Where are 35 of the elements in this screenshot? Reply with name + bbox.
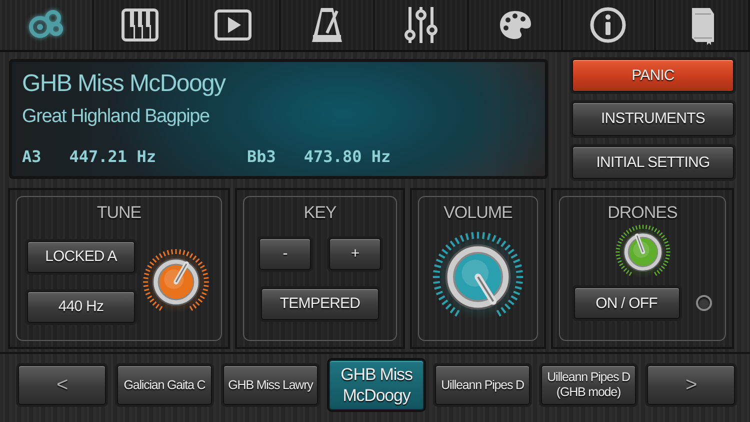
frequency-reading: 473.80 Hz <box>304 147 391 166</box>
preset-tab[interactable]: Uilleann Pipes D (GHB mode) <box>541 365 636 405</box>
toolbar-tab[interactable] <box>0 0 94 50</box>
control-button[interactable]: + <box>329 238 381 270</box>
menu-button[interactable]: INSTRUMENTS <box>572 102 734 136</box>
control-button[interactable]: LOCKED A <box>27 240 135 272</box>
frequency-reading: 447.21 Hz <box>69 147 156 166</box>
previous-button[interactable]: < <box>18 365 106 405</box>
preset-tab[interactable]: Galician Gaita C <box>117 365 212 405</box>
preset-tab[interactable]: Uilleann Pipes D <box>435 365 530 405</box>
panel-title: TUNE <box>96 203 142 223</box>
info-icon <box>588 5 628 45</box>
toolbar-tab[interactable] <box>562 0 656 50</box>
preset-tab[interactable]: GHB Miss McDoogy <box>329 360 424 410</box>
toolbar-tab[interactable] <box>375 0 469 50</box>
toolbar-tab[interactable] <box>656 0 750 50</box>
control-button[interactable]: - <box>259 238 311 270</box>
panel-title: DRONES <box>608 203 678 223</box>
toolbar-tab[interactable] <box>468 0 562 50</box>
toolbar-tab[interactable] <box>188 0 282 50</box>
control-button[interactable]: TEMPERED <box>261 288 379 320</box>
instrument-subtitle: Great Highland Bagpipe <box>22 106 210 128</box>
toolbar-tab[interactable] <box>281 0 375 50</box>
control-button[interactable]: ON / OFF <box>574 287 680 319</box>
toolbar-tab[interactable] <box>94 0 188 50</box>
instrument-title: GHB Miss McDoogy <box>22 70 227 98</box>
control-button[interactable]: 440 Hz <box>27 290 135 322</box>
panic-button[interactable]: PANIC <box>572 59 734 92</box>
note-name: A3 <box>22 147 42 166</box>
preset-tab[interactable]: GHB Miss Lawry <box>223 365 318 405</box>
next-button[interactable]: > <box>647 365 735 405</box>
panel-title: KEY <box>304 203 336 223</box>
note-name: Bb3 <box>247 147 276 166</box>
menu-button[interactable]: INITIAL SETTING <box>572 146 734 179</box>
panel-title: VOLUME <box>444 203 512 223</box>
